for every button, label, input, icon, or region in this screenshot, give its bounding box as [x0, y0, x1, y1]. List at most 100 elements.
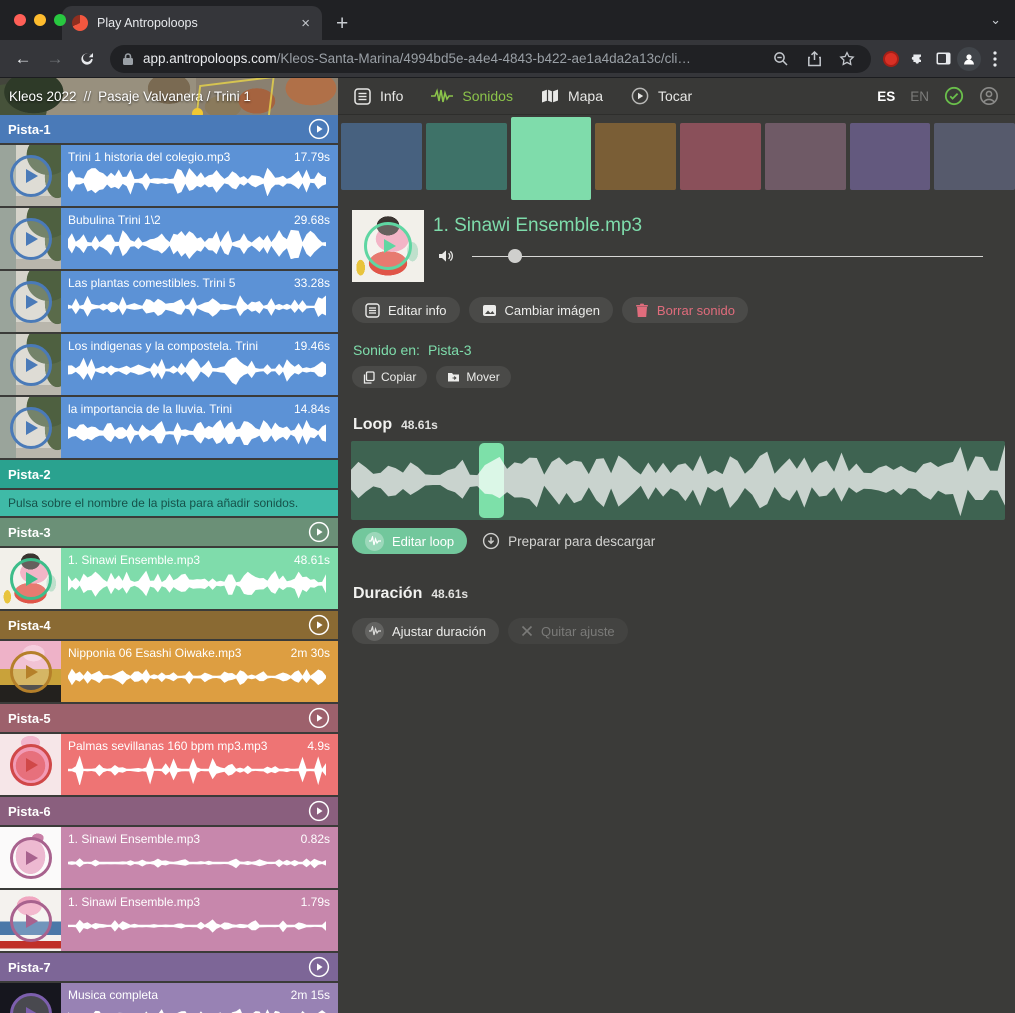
reload-button[interactable] — [72, 44, 102, 74]
move-button[interactable]: Mover — [436, 366, 510, 388]
copy-button[interactable]: Copiar — [352, 366, 427, 388]
breadcrumb-project[interactable]: Kleos 2022 — [9, 89, 77, 104]
sound-waveform — [68, 418, 326, 448]
track-play-button[interactable] — [308, 707, 330, 729]
sound-info: Trini 1 historia del colegio.mp317.79s — [61, 145, 338, 206]
sound-info: Las plantas comestibles. Trini 533.28s — [61, 271, 338, 332]
sound-row[interactable]: 1. Sinawi Ensemble.mp348.61s — [0, 548, 338, 609]
track-swatch-5[interactable] — [680, 123, 761, 190]
sound-row[interactable]: Bubulina Trini 1\229.68s — [0, 208, 338, 269]
track-swatch-6[interactable] — [765, 123, 846, 190]
track-play-button[interactable] — [308, 614, 330, 636]
side-panel-icon[interactable] — [931, 47, 955, 71]
track-swatch-8[interactable] — [934, 123, 1015, 190]
minimize-window-button[interactable] — [34, 14, 46, 26]
new-tab-button[interactable]: + — [336, 13, 348, 34]
track-name: Pista-6 — [8, 804, 51, 819]
track-swatch-3[interactable] — [511, 117, 592, 200]
sound-row[interactable]: 1. Sinawi Ensemble.mp30.82s — [0, 827, 338, 888]
sound-row[interactable]: Las plantas comestibles. Trini 533.28s — [0, 271, 338, 332]
sound-thumbnail[interactable] — [0, 145, 61, 206]
move-folder-icon — [447, 371, 460, 383]
account-icon[interactable] — [979, 86, 999, 106]
edit-info-button[interactable]: Editar info — [352, 297, 460, 323]
nav-tab-mapa[interactable]: Mapa — [541, 88, 603, 104]
track-play-button[interactable] — [308, 800, 330, 822]
sound-thumbnail[interactable] — [0, 271, 61, 332]
track-play-button[interactable] — [308, 118, 330, 140]
nav-tab-tocar[interactable]: Tocar — [631, 87, 692, 105]
record-extension-icon[interactable] — [879, 47, 903, 71]
sound-row[interactable]: Palmas sevillanas 160 bpm mp3.mp34.9s — [0, 734, 338, 795]
track-header-pista-5[interactable]: Pista-5 — [0, 704, 338, 732]
loop-waveform-panel[interactable] — [351, 441, 1005, 520]
tracks-sidebar: Pista-1Trini 1 historia del colegio.mp31… — [0, 115, 338, 1013]
sound-thumbnail[interactable] — [0, 208, 61, 269]
sound-title: 1. Sinawi Ensemble.mp3 — [433, 215, 642, 237]
sound-duration: 2m 30s — [291, 646, 330, 660]
zoom-icon[interactable] — [769, 47, 793, 71]
profile-avatar-icon[interactable] — [957, 47, 981, 71]
track-swatch-2[interactable] — [426, 123, 507, 190]
sound-row[interactable]: Nipponia 06 Esashi Oiwake.mp32m 30s — [0, 641, 338, 702]
app-top-strip: Kleos 2022 // Pasaje Valvanera / Trini 1… — [0, 78, 1015, 115]
sound-waveform — [68, 1004, 326, 1013]
track-header-pista-6[interactable]: Pista-6 — [0, 797, 338, 825]
close-window-button[interactable] — [14, 14, 26, 26]
sound-info: Los indigenas y la compostela. Trini19.4… — [61, 334, 338, 395]
nav-tab-sonidos[interactable]: Sonidos — [431, 88, 513, 104]
close-tab-icon[interactable]: × — [299, 14, 312, 33]
volume-slider-thumb[interactable] — [508, 249, 522, 263]
maximize-window-button[interactable] — [54, 14, 66, 26]
change-image-button[interactable]: Cambiar imágen — [469, 297, 613, 323]
track-swatch-1[interactable] — [341, 123, 422, 190]
track-play-button[interactable] — [308, 521, 330, 543]
sound-thumbnail[interactable] — [0, 641, 61, 702]
app-nav-right: ES EN — [877, 86, 999, 106]
sound-thumbnail[interactable] — [0, 734, 61, 795]
sound-row[interactable]: la importancia de la lluvia. Trini14.84s — [0, 397, 338, 458]
edit-loop-button[interactable]: Editar loop — [352, 528, 467, 554]
address-bar[interactable]: app.antropoloops.com/Kleos-Santa-Marina/… — [110, 45, 871, 73]
lang-es-button[interactable]: ES — [877, 89, 895, 104]
sound-in-track-link[interactable]: Pista-3 — [428, 342, 472, 358]
bookmark-star-icon[interactable] — [835, 47, 859, 71]
track-play-button[interactable] — [308, 956, 330, 978]
sound-thumbnail[interactable] — [0, 983, 61, 1013]
share-icon[interactable] — [802, 47, 826, 71]
tab-search-chevron-icon[interactable]: ⌄ — [990, 12, 1001, 28]
track-header-pista-3[interactable]: Pista-3 — [0, 518, 338, 546]
remove-adjust-button[interactable]: Quitar ajuste — [508, 618, 628, 644]
sound-duration: 17.79s — [294, 150, 330, 164]
sound-thumbnail[interactable] — [0, 334, 61, 395]
track-swatch-4[interactable] — [595, 123, 676, 190]
sound-thumbnail[interactable] — [0, 397, 61, 458]
delete-sound-button[interactable]: Borrar sonido — [622, 297, 748, 323]
sound-info: Palmas sevillanas 160 bpm mp3.mp34.9s — [61, 734, 338, 795]
sound-row[interactable]: Trini 1 historia del colegio.mp317.79s — [0, 145, 338, 206]
breadcrumb[interactable]: Kleos 2022 // Pasaje Valvanera / Trini 1 — [0, 78, 338, 115]
lang-en-button[interactable]: EN — [910, 89, 929, 104]
prepare-download-button[interactable]: Preparar para descargar — [482, 532, 655, 550]
sound-thumbnail[interactable] — [0, 890, 61, 951]
browser-tab[interactable]: Play Antropoloops × — [62, 6, 322, 40]
sound-thumbnail[interactable] — [0, 827, 61, 888]
browser-menu-icon[interactable] — [983, 47, 1007, 71]
extensions-puzzle-icon[interactable] — [905, 47, 929, 71]
track-header-pista-1[interactable]: Pista-1 — [0, 115, 338, 143]
sound-row[interactable]: Musica completa2m 15s — [0, 983, 338, 1013]
adjust-duration-button[interactable]: Ajustar duración — [352, 618, 499, 644]
sound-waveform — [68, 662, 326, 692]
sound-row[interactable]: 1. Sinawi Ensemble.mp31.79s — [0, 890, 338, 951]
track-swatch-7[interactable] — [850, 123, 931, 190]
sound-row[interactable]: Los indigenas y la compostela. Trini19.4… — [0, 334, 338, 395]
nav-tab-info[interactable]: Info — [354, 88, 403, 105]
track-header-pista-4[interactable]: Pista-4 — [0, 611, 338, 639]
forward-button[interactable]: → — [40, 44, 70, 74]
track-header-pista-2[interactable]: Pista-2 — [0, 460, 338, 488]
sound-image[interactable] — [352, 210, 424, 282]
volume-slider[interactable] — [472, 248, 983, 264]
back-button[interactable]: ← — [8, 44, 38, 74]
sound-thumbnail[interactable] — [0, 548, 61, 609]
track-header-pista-7[interactable]: Pista-7 — [0, 953, 338, 981]
